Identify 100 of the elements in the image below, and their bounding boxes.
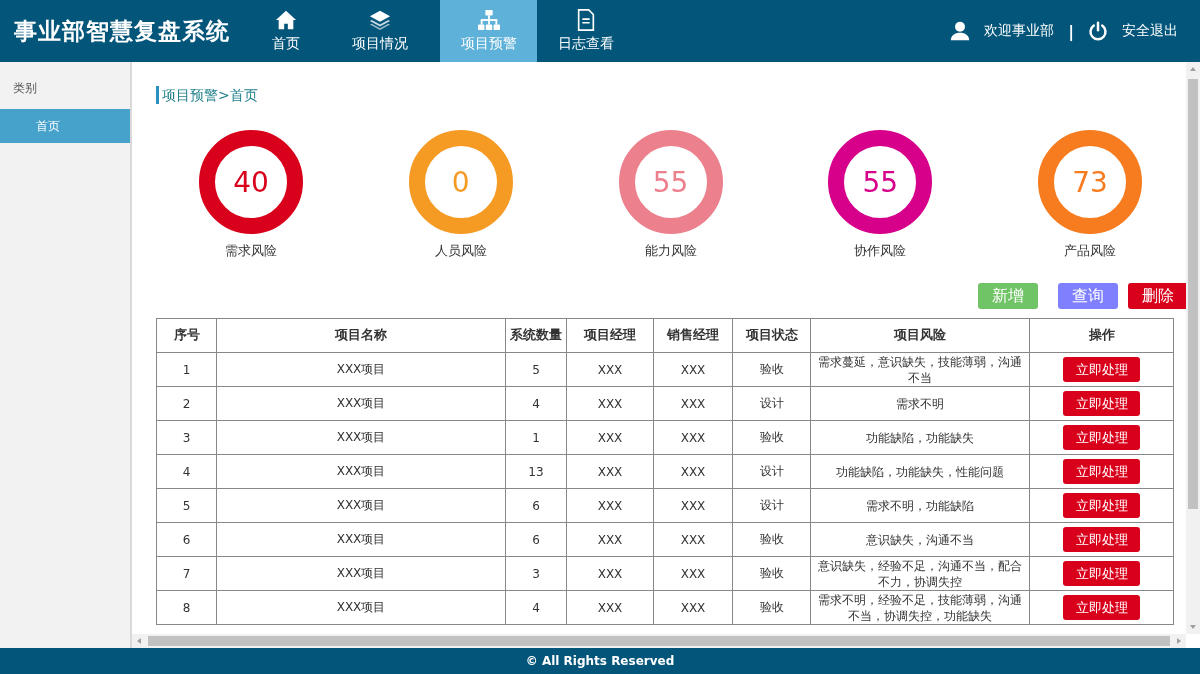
risk-count: 55 [862,165,899,199]
table-cell: XXX [566,386,654,421]
table-cell: XXX [566,590,654,625]
table-cell: 7 [156,556,217,591]
table-cell: 4 [505,590,567,625]
handle-button[interactable]: 立即处理 [1063,561,1140,586]
table-cell: XXX [566,420,654,455]
risk-label: 能力风险 [644,242,697,260]
risk-count: 55 [652,165,689,199]
action-button[interactable]: 查询 [1058,283,1118,309]
table-cell: XXX项目 [216,556,506,591]
layers-icon [369,9,391,31]
sitemap-icon [477,9,500,31]
user-icon [950,21,971,41]
table-cell: XXX项目 [216,488,506,523]
breadcrumb: 项目预警>首页 [156,86,1172,104]
table-cell: 需求不明，经验不足，技能薄弱，沟通不当，协调失控，功能缺失 [810,590,1030,625]
table-cell: 3 [505,556,567,591]
column-header: 项目风险 [810,318,1030,353]
table-cell: XXX [566,556,654,591]
logout-link[interactable]: 安全退出 [1122,22,1178,40]
column-header: 序号 [156,318,217,353]
table-cell: 设计 [732,454,811,489]
table-cell: 设计 [732,386,811,421]
risk-label: 产品风险 [1064,242,1116,260]
table-cell: 5 [505,352,567,387]
table-cell: 1 [156,352,217,387]
table-cell: XXX项目 [216,386,506,421]
table-cell: XXX项目 [216,420,506,455]
table-cell: XXX [653,386,733,421]
table-cell: 功能缺陷，功能缺失 [810,420,1030,455]
table-cell: 6 [505,488,567,523]
table-cell: XXX [566,454,654,489]
table-cell: 6 [156,522,217,557]
app-title: 事业部智慧复盘系统 [13,15,231,46]
table-cell: 需求不明 [810,386,1030,421]
nav-tab[interactable]: 项目情况 [330,0,430,62]
horizontal-scrollbar[interactable] [132,634,1186,648]
table-cell: 8 [156,590,217,625]
handle-button[interactable]: 立即处理 [1063,527,1140,552]
handle-button[interactable]: 立即处理 [1063,391,1140,416]
table-cell: 6 [505,522,567,557]
risk-label: 人员风险 [434,242,487,260]
sidebar-item[interactable]: 首页 [0,109,130,143]
action-button[interactable]: 删除 [1128,283,1188,309]
table-cell: XXX [653,352,733,387]
table-cell: 4 [505,386,567,421]
welcome-text: 欢迎事业部 [984,22,1055,40]
table-cell: XXX项目 [216,352,506,387]
nav-tab[interactable]: 日志查看 [537,0,634,62]
table-cell: XXX [653,556,733,591]
table-cell: 功能缺陷，功能缺失，性能问题 [810,454,1030,489]
table-cell: XXX项目 [216,590,506,625]
risk-count: 40 [233,165,269,199]
power-icon[interactable] [1088,21,1108,41]
table-cell: 意识缺失，经验不足，沟通不当，配合不力，协调失控 [810,556,1030,591]
table-cell: XXX [566,522,654,557]
column-header: 销售经理 [653,318,733,353]
nav-tab[interactable]: 首页 [262,0,310,62]
footer-text: © All Rights Reserved [0,648,1200,674]
handle-button[interactable]: 立即处理 [1063,425,1140,450]
table-cell: 验收 [732,522,811,557]
table-cell: 验收 [732,590,811,625]
risk-count: 0 [451,165,470,199]
table-cell: XXX [653,590,733,625]
handle-button[interactable]: 立即处理 [1063,357,1140,382]
table-cell: 13 [505,454,567,489]
house-icon [275,9,297,31]
column-header: 项目名称 [216,318,506,353]
column-header: 项目状态 [732,318,811,353]
table-cell: 2 [156,386,217,421]
handle-button[interactable]: 立即处理 [1063,493,1140,518]
vertical-scrollbar[interactable] [1186,62,1200,634]
table-cell: XXX项目 [216,454,506,489]
risk-count: 73 [1072,165,1108,199]
table-cell: XXX [653,420,733,455]
column-header: 系统数量 [505,318,567,353]
table-cell: 4 [156,454,217,489]
table-cell: 需求蔓延，意识缺失，技能薄弱，沟通不当 [810,352,1030,387]
separator-text: | [1068,21,1074,41]
table-cell: 5 [156,488,217,523]
table-cell: XXX [566,488,654,523]
table-cell: XXX [653,522,733,557]
table-cell: XXX [653,488,733,523]
handle-button[interactable]: 立即处理 [1063,459,1140,484]
table-cell: 验收 [732,556,811,591]
table-cell: XXX [653,454,733,489]
column-header: 项目经理 [566,318,654,353]
handle-button[interactable]: 立即处理 [1063,595,1140,620]
column-header: 操作 [1029,318,1174,353]
table-cell: 验收 [732,352,811,387]
table-cell: 需求不明，功能缺陷 [810,488,1030,523]
risk-label: 协作风险 [854,242,907,260]
table-cell: 设计 [732,488,811,523]
sidebar-heading: 类别 [12,80,38,97]
table-cell: 验收 [732,420,811,455]
table-cell: XXX项目 [216,522,506,557]
risk-label: 需求风险 [225,242,277,260]
table-cell: XXX [566,352,654,387]
table-cell: 1 [505,420,567,455]
